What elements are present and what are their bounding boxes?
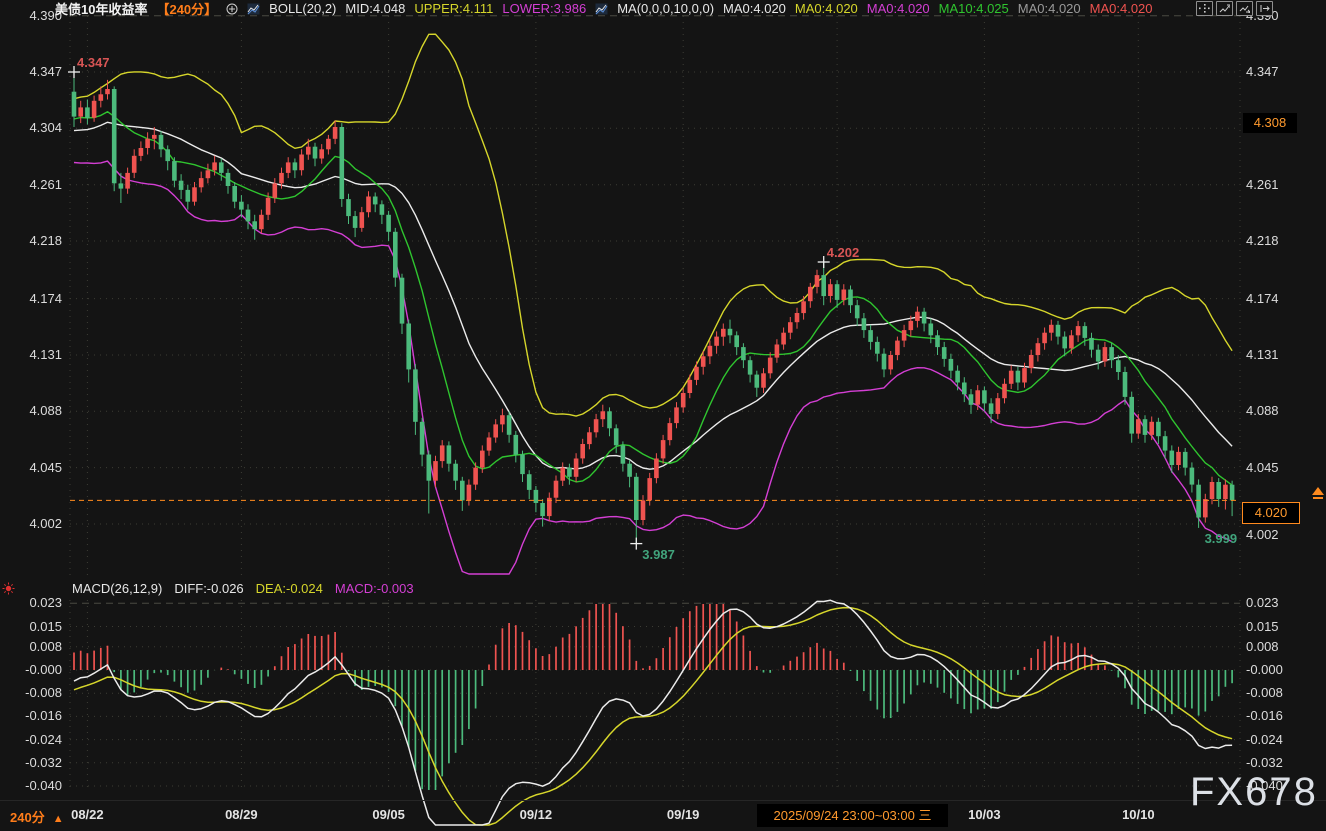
time-tick: 09/05 — [372, 807, 405, 822]
ma-value: MA0:4.020 — [795, 1, 858, 16]
chart-canvas — [0, 0, 1326, 831]
price-tick-left: 4.304 — [0, 120, 62, 136]
macd-tick-right: 0.023 — [1246, 595, 1279, 611]
macd-legend: MACD(26,12,9) DIFF:-0.026 DEA:-0.024 MAC… — [72, 581, 414, 596]
last-price-line — [70, 487, 1324, 500]
macd-macd-value: MACD:-0.003 — [335, 581, 414, 596]
time-tick: 09/19 — [667, 807, 700, 822]
boll-lower-value: LOWER:3.986 — [502, 1, 586, 16]
macd-tick-left: -0.032 — [0, 755, 62, 771]
timeframe-footer-label[interactable]: 240分▲ — [10, 807, 64, 826]
macd-tick-right: -0.000 — [1246, 662, 1283, 678]
macd-tick-right: 0.008 — [1246, 639, 1279, 655]
ma-indicator-icon[interactable] — [595, 3, 608, 15]
price-tick-right[interactable]: 4.261 — [1246, 177, 1279, 193]
main-legend: 美债10年收益率 【240分】 BOLL(20,2) MID:4.048 UPP… — [55, 0, 1153, 17]
price-tick-right[interactable]: 4.131 — [1246, 347, 1279, 363]
price-tick-left: 4.002 — [0, 516, 62, 532]
macd-tick-left: -0.040 — [0, 778, 62, 794]
price-tick-left: 4.347 — [0, 64, 62, 80]
time-tick: 08/22 — [71, 807, 104, 822]
price-tick-right[interactable]: 4.347 — [1246, 64, 1279, 80]
price-annotation: 3.987 — [642, 547, 675, 562]
macd-tick-right: -0.016 — [1246, 708, 1283, 724]
add-indicator-icon[interactable] — [226, 3, 238, 15]
ma-value: MA0:4.020 — [1018, 1, 1081, 16]
macd-tick-right: -0.032 — [1246, 755, 1283, 771]
boll-indicator-icon[interactable] — [247, 3, 260, 15]
time-tick: 10/03 — [968, 807, 1001, 822]
ma-value: MA0:4.020 — [723, 1, 786, 16]
dot-grid-icon[interactable] — [1196, 1, 1213, 16]
macd-dea-value: DEA:-0.024 — [256, 581, 323, 596]
price-marker-icon — [1312, 487, 1324, 495]
price-tick-left: 4.088 — [0, 403, 62, 419]
price-tick-left: 4.261 — [0, 177, 62, 193]
instrument-title: 美债10年收益率 — [55, 0, 147, 18]
price-tick-left: 4.174 — [0, 291, 62, 307]
chart-arrow-up-icon[interactable] — [1216, 1, 1233, 16]
price-tick-right[interactable]: 4.088 — [1246, 403, 1279, 419]
pan-right-icon[interactable] — [1256, 1, 1273, 16]
ma-value: MA0:4.020 — [867, 1, 930, 16]
candles-layer — [72, 72, 1235, 544]
indicator-settings-icon[interactable] — [2, 582, 15, 600]
price-annotation: 3.999 — [1205, 531, 1238, 546]
ma-label: MA(0,0,0,10,0,0) — [617, 1, 714, 16]
trading-chart-window: 美债10年收益率 【240分】 BOLL(20,2) MID:4.048 UPP… — [0, 0, 1326, 831]
time-tick: 10/10 — [1122, 807, 1155, 822]
price-tick-right[interactable]: 4.045 — [1246, 460, 1279, 476]
price-tick-left: 4.390 — [0, 8, 62, 24]
macd-tick-left: -0.016 — [0, 708, 62, 724]
price-tick-right[interactable]: 4.002 — [1246, 527, 1279, 543]
price-annotation: 4.347 — [77, 55, 110, 70]
toolbar-icons — [1196, 1, 1273, 16]
ma-values: MA0:4.020 MA0:4.020 MA0:4.020 MA10:4.025 MA0… — [723, 1, 1152, 16]
time-tick: 08/29 — [225, 807, 258, 822]
grid-layer — [70, 16, 1240, 790]
price-tick-left: 4.131 — [0, 347, 62, 363]
price-tick-right[interactable]: 4.218 — [1246, 233, 1279, 249]
timeframe-label[interactable]: 【240分】 — [156, 0, 217, 18]
macd-tick-right: 0.015 — [1246, 619, 1279, 635]
macd-tick-left: 0.015 — [0, 619, 62, 635]
time-axis[interactable]: 240分▲ 08/22 08/29 09/05 09/12 09/19 10/03 10/1… — [0, 800, 1326, 831]
macd-tick-left: -0.000 — [0, 662, 62, 678]
chart-arrow-right-icon[interactable] — [1236, 1, 1253, 16]
macd-tick-left: 0.008 — [0, 639, 62, 655]
price-tick-right[interactable]: 4.174 — [1246, 291, 1279, 307]
macd-tick-left: -0.024 — [0, 732, 62, 748]
macd-tick-right: -0.024 — [1246, 732, 1283, 748]
selected-candle-date-badge: 2025/09/24 23:00~03:00 三 — [757, 804, 948, 827]
boll-label: BOLL(20,2) — [269, 1, 336, 16]
ma-value: MA0:4.020 — [1090, 1, 1153, 16]
open-price-badge: 4.308 — [1243, 113, 1297, 133]
price-annotation: 4.202 — [827, 245, 860, 260]
macd-diff-value: DIFF:-0.026 — [174, 581, 243, 596]
price-tick-left: 4.218 — [0, 233, 62, 249]
macd-layer — [74, 600, 1232, 825]
boll-bands-layer — [74, 34, 1232, 574]
macd-name: MACD(26,12,9) — [72, 581, 162, 596]
macd-tick-right: -0.008 — [1246, 685, 1283, 701]
boll-upper-value: UPPER:4.111 — [414, 1, 493, 16]
time-tick: 09/12 — [520, 807, 553, 822]
crosshair-markers — [68, 66, 830, 550]
last-price-badge: 4.020 — [1242, 502, 1300, 524]
macd-tick-left: -0.008 — [0, 685, 62, 701]
watermark: FX678 — [1190, 770, 1318, 815]
boll-mid-value: MID:4.048 — [345, 1, 405, 16]
triangle-up-icon: ▲ — [53, 813, 64, 825]
price-tick-left: 4.045 — [0, 460, 62, 476]
ma-value: MA10:4.025 — [939, 1, 1009, 16]
